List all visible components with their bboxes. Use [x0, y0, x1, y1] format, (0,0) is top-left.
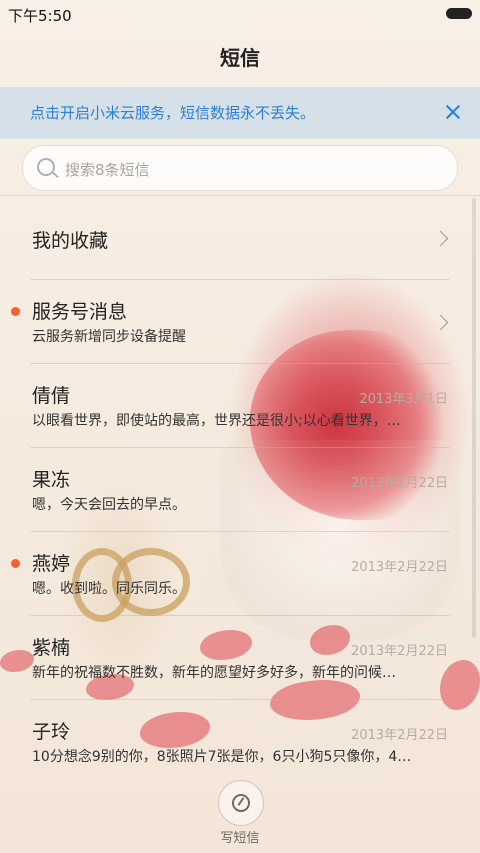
list-item[interactable]: 倩倩 2013年3月1日 以眼看世界，即使站的最高，世界还是很小;以心看世界，… [0, 364, 480, 448]
message-preview: 新年的祝福数不胜数，新年的愿望好多好多，新年的问候… [32, 665, 396, 681]
service-preview: 云服务新增同步设备提醒 [32, 329, 186, 345]
contact-name: 果冻 [32, 469, 71, 491]
message-date: 2013年2月22日 [351, 476, 448, 491]
list-item[interactable]: 果冻 2013年2月22日 嗯，今天会回去的早点。 [0, 448, 480, 532]
message-date: 2013年2月22日 [351, 728, 448, 743]
list-item-service[interactable]: 服务号消息 云服务新增同步设备提醒 [0, 280, 480, 364]
page-title: 短信 [220, 46, 260, 70]
compose-label[interactable]: 写短信 [0, 827, 480, 846]
search-icon [37, 158, 55, 176]
unread-dot [11, 307, 20, 316]
message-preview: 以眼看世界，即使站的最高，世界还是很小;以心看世界，… [32, 413, 401, 429]
message-date: 2013年3月1日 [359, 392, 448, 407]
contact-name: 倩倩 [32, 385, 71, 407]
list-item[interactable]: 紫楠 2013年2月22日 新年的祝福数不胜数，新年的愿望好多好多，新年的问候… [0, 616, 480, 700]
scrollbar[interactable] [472, 198, 476, 638]
cloud-service-banner[interactable]: 点击开启小米云服务，短信数据永不丢失。 [0, 87, 480, 139]
message-preview: 10分想念9别的你，8张照片7张是你，6只小狗5只像你，4… [32, 749, 412, 765]
list-item[interactable]: 子玲 2013年2月22日 10分想念9别的你，8张照片7张是你，6只小狗5只像… [0, 700, 480, 784]
list-item[interactable]: 燕婷 2013年2月22日 嗯。收到啦。同乐同乐。 [0, 532, 480, 616]
contact-name: 紫楠 [32, 637, 71, 659]
close-icon[interactable] [440, 99, 466, 125]
contact-name: 子玲 [32, 721, 71, 743]
message-date: 2013年2月22日 [351, 644, 448, 659]
search-placeholder: 搜索8条短信 [65, 161, 150, 179]
contact-name: 燕婷 [32, 553, 71, 575]
chevron-right-icon [432, 230, 449, 247]
list-item-favorites[interactable]: 我的收藏 [0, 196, 480, 280]
search-input[interactable]: 搜索8条短信 [22, 145, 458, 191]
message-preview: 嗯，今天会回去的早点。 [32, 497, 186, 513]
message-date: 2013年2月22日 [351, 560, 448, 575]
status-bar: 下午5:50 [0, 0, 480, 28]
message-preview: 嗯。收到啦。同乐同乐。 [32, 581, 186, 597]
compose-button[interactable] [218, 780, 264, 826]
battery-icon [446, 8, 472, 19]
banner-text[interactable]: 点击开启小米云服务，短信数据永不丢失。 [30, 102, 315, 123]
compose-icon [232, 794, 250, 812]
status-time: 下午5:50 [8, 7, 72, 25]
service-name: 服务号消息 [32, 301, 128, 323]
favorites-label: 我的收藏 [32, 230, 109, 252]
unread-dot [11, 559, 20, 568]
